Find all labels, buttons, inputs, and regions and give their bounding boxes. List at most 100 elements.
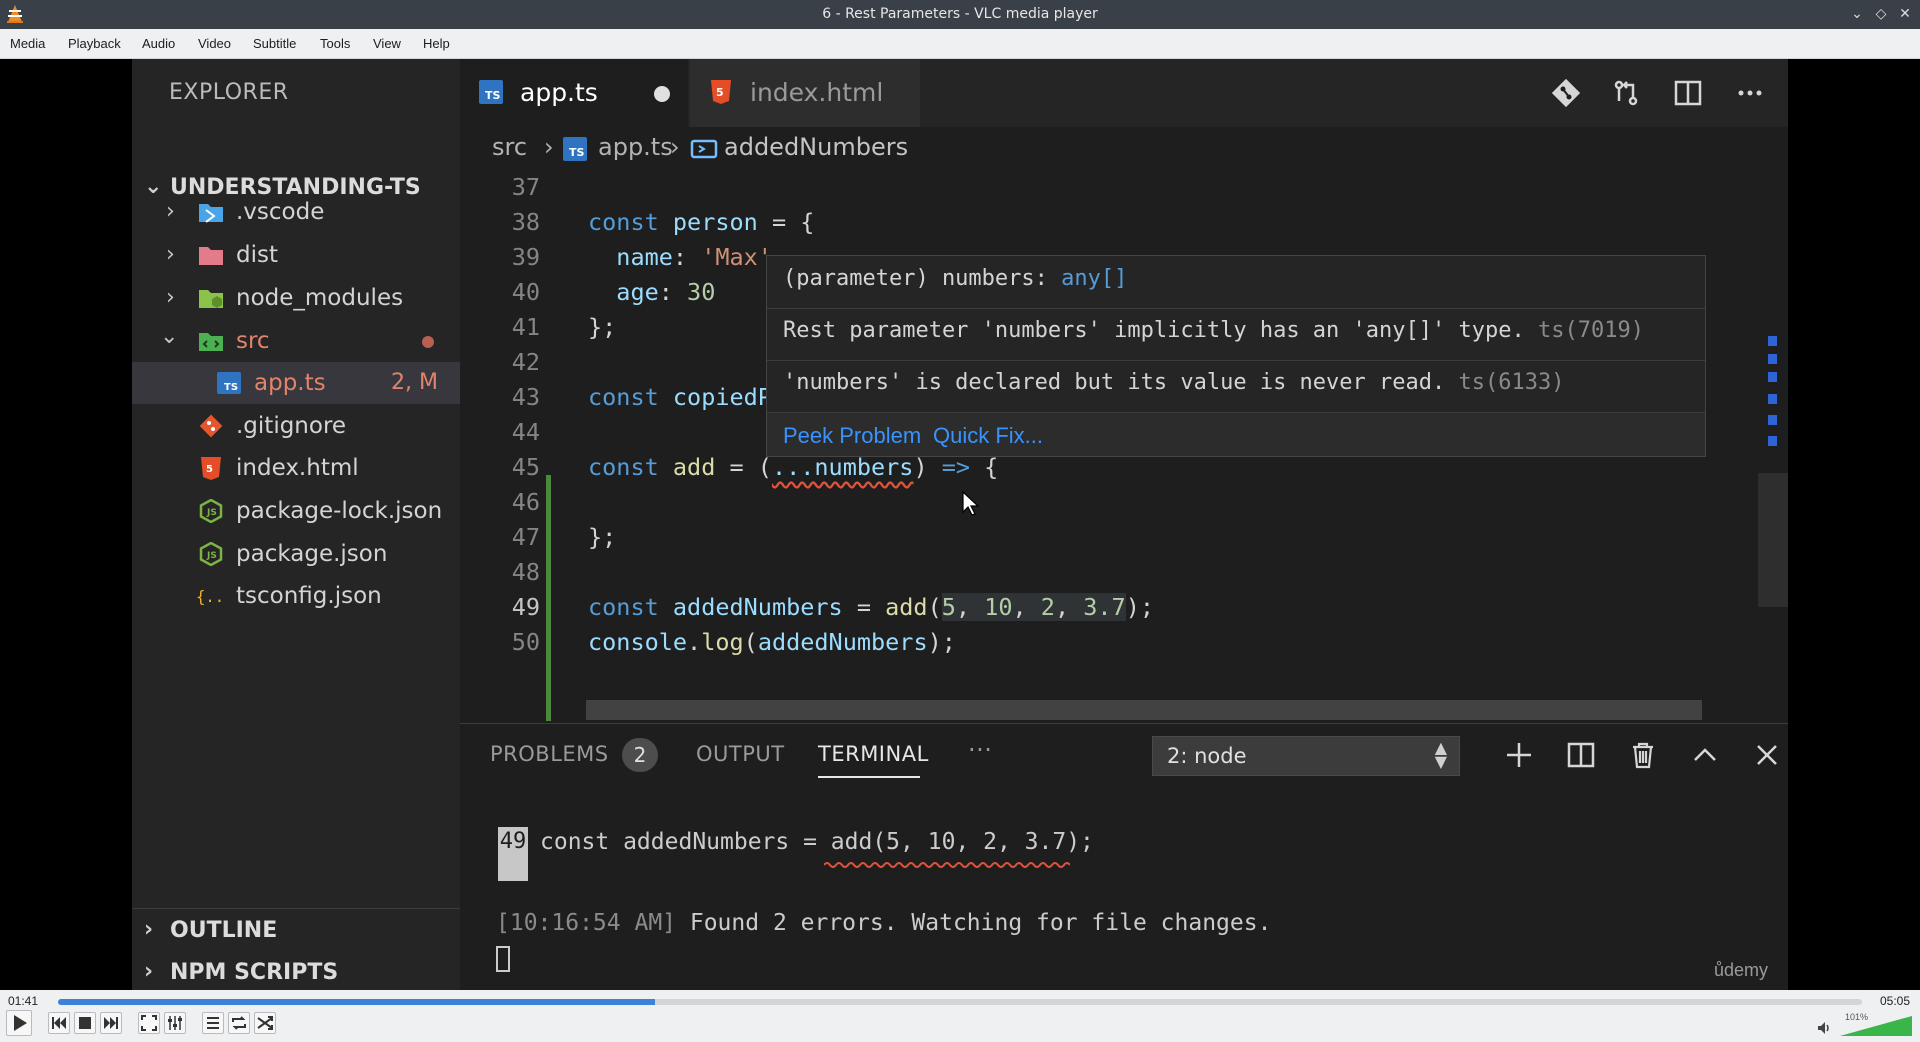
chevron-right-icon: › [144,917,154,942]
play-button[interactable] [6,1010,32,1036]
hover-actions: Peek Problem Quick Fix... [767,412,1705,456]
trash-icon[interactable] [1626,738,1660,772]
player-controls: 01:41 05:05 101% [0,990,1920,1042]
chevron-up-icon[interactable] [1688,738,1722,772]
shuffle-button[interactable] [254,1012,276,1034]
tree-item-index-html[interactable]: 5 index.html [132,447,460,489]
git-compare-icon[interactable] [1550,77,1582,109]
menu-subtitle[interactable]: Subtitle [253,36,296,51]
tree-item-package-json[interactable]: JS package.json [132,533,460,575]
mouse-pointer-icon [962,491,980,516]
stop-icon [79,1017,91,1029]
loop-button[interactable] [228,1012,250,1034]
tree-item-gitignore[interactable]: .gitignore [132,405,460,447]
tree-item-dist[interactable]: › dist [132,234,460,276]
node-json-icon: JS [199,499,223,523]
variable-symbol-icon [690,139,718,159]
outline-section-header[interactable]: › OUTLINE [132,908,460,950]
tab-terminal[interactable]: TERMINAL [818,742,929,766]
breadcrumb-folder[interactable]: src [492,133,527,161]
line-number: 48 [511,558,540,586]
close-icon[interactable]: ✕ [1896,5,1914,23]
tree-item-label: node_modules [236,285,404,311]
tree-item-vscode[interactable]: › .vscode [132,191,460,233]
tree-item-app-ts[interactable]: TS app.ts 2, M [132,362,460,404]
code-line: const add = (...numbers) => { [588,453,999,481]
speaker-icon[interactable] [1816,1020,1832,1036]
tree-item-label: .gitignore [236,413,347,439]
breadcrumb-symbol[interactable]: addedNumbers [724,133,908,161]
tree-item-label: src [236,328,270,354]
tree-item-tsconfig[interactable]: {..} tsconfig.json [132,575,460,617]
more-actions-icon[interactable] [1734,77,1766,109]
breadcrumb: src › TS app.ts › addedNumbers [460,127,1788,169]
unsaved-dot-icon[interactable] [654,86,670,102]
html-file-icon: 5 [711,80,731,104]
fullscreen-button[interactable] [138,1012,160,1034]
tab-output[interactable]: OUTPUT [696,742,785,766]
editor-area: TS app.ts 5 index.html src › TS app.ts ›… [460,59,1788,990]
tab-index-html[interactable]: 5 index.html [690,59,920,127]
line-number: 45 [511,453,540,481]
tab-problems[interactable]: PROBLEMS [490,742,609,766]
explorer-sidebar: EXPLORER ⌄ UNDERSTANDING-TS › .vscode › … [132,59,460,990]
horizontal-scrollbar[interactable] [586,700,1702,720]
next-button[interactable] [100,1012,122,1034]
seek-bar[interactable] [58,999,1862,1005]
line-number: 49 [511,593,540,621]
open-changes-icon[interactable] [1610,77,1642,109]
udemy-watermark: ůdemy [1713,960,1768,980]
code-line: const addedNumbers = add(5, 10, 2, 3.7); [588,593,1154,621]
tree-item-node-modules[interactable]: › node_modules [132,277,460,319]
npm-scripts-section-header[interactable]: › NPM SCRIPTS [132,951,460,990]
menu-help[interactable]: Help [423,36,450,51]
menu-audio[interactable]: Audio [142,36,175,51]
close-panel-icon[interactable] [1750,738,1784,772]
tree-item-package-lock[interactable]: JS package-lock.json [132,490,460,532]
menu-view[interactable]: View [373,36,401,51]
menu-playback[interactable]: Playback [68,36,121,51]
problems-badge: 2, M [391,370,438,395]
tab-bar: TS app.ts 5 index.html [460,59,1788,127]
svg-text:TS: TS [224,382,238,393]
vertical-scrollbar[interactable] [1758,473,1788,607]
terminal-code-line: const addedNumbers = add(5, 10, 2, 3.7); [540,829,1094,855]
tree-item-src[interactable]: ⌄ src [132,320,460,362]
terminal-select-value: 2: node [1167,744,1247,768]
volume-slider[interactable] [1840,1016,1912,1036]
fullscreen-icon [141,1015,157,1031]
tab-app-ts[interactable]: TS app.ts [460,59,688,127]
restore-icon[interactable]: ◇ [1872,5,1890,23]
line-number: 37 [511,173,540,201]
seek-progress [58,999,656,1005]
terminal-select[interactable]: 2: node ▲ ▼ [1152,736,1460,776]
git-file-icon [199,414,223,438]
active-tab-indicator [818,776,920,778]
select-arrows-icon: ▲ ▼ [1434,738,1447,771]
video-area[interactable]: EXPLORER ⌄ UNDERSTANDING-TS › .vscode › … [0,59,1920,990]
split-terminal-icon[interactable] [1564,738,1598,772]
breadcrumb-file[interactable]: app.ts [598,133,673,161]
menu-media[interactable]: Media [10,36,45,51]
quick-fix-link[interactable]: Quick Fix... [933,423,1043,449]
previous-button[interactable] [48,1012,70,1034]
minimize-icon[interactable]: ⌄ [1848,5,1866,23]
menu-video[interactable]: Video [198,36,231,51]
tree-item-label: index.html [236,455,359,481]
menu-tools[interactable]: Tools [320,36,350,51]
extended-settings-button[interactable] [164,1012,186,1034]
play-icon [14,1015,27,1031]
window-title: 6 - Rest Parameters - VLC media player [822,6,1098,22]
stop-button[interactable] [74,1012,96,1034]
split-editor-icon[interactable] [1672,77,1704,109]
hover-error-2: 'numbers' is declared but its value is n… [783,370,1565,395]
npm-scripts-label: NPM SCRIPTS [170,960,339,985]
plus-icon[interactable] [1502,738,1536,772]
more-views-icon[interactable]: ··· [968,736,992,764]
chevron-right-icon: › [166,199,175,224]
terminal-cursor [496,946,510,972]
playlist-button[interactable] [202,1012,224,1034]
vscode-window: EXPLORER ⌄ UNDERSTANDING-TS › .vscode › … [132,59,1788,990]
peek-problem-link[interactable]: Peek Problem [783,423,921,449]
typescript-file-icon: TS [479,80,503,104]
